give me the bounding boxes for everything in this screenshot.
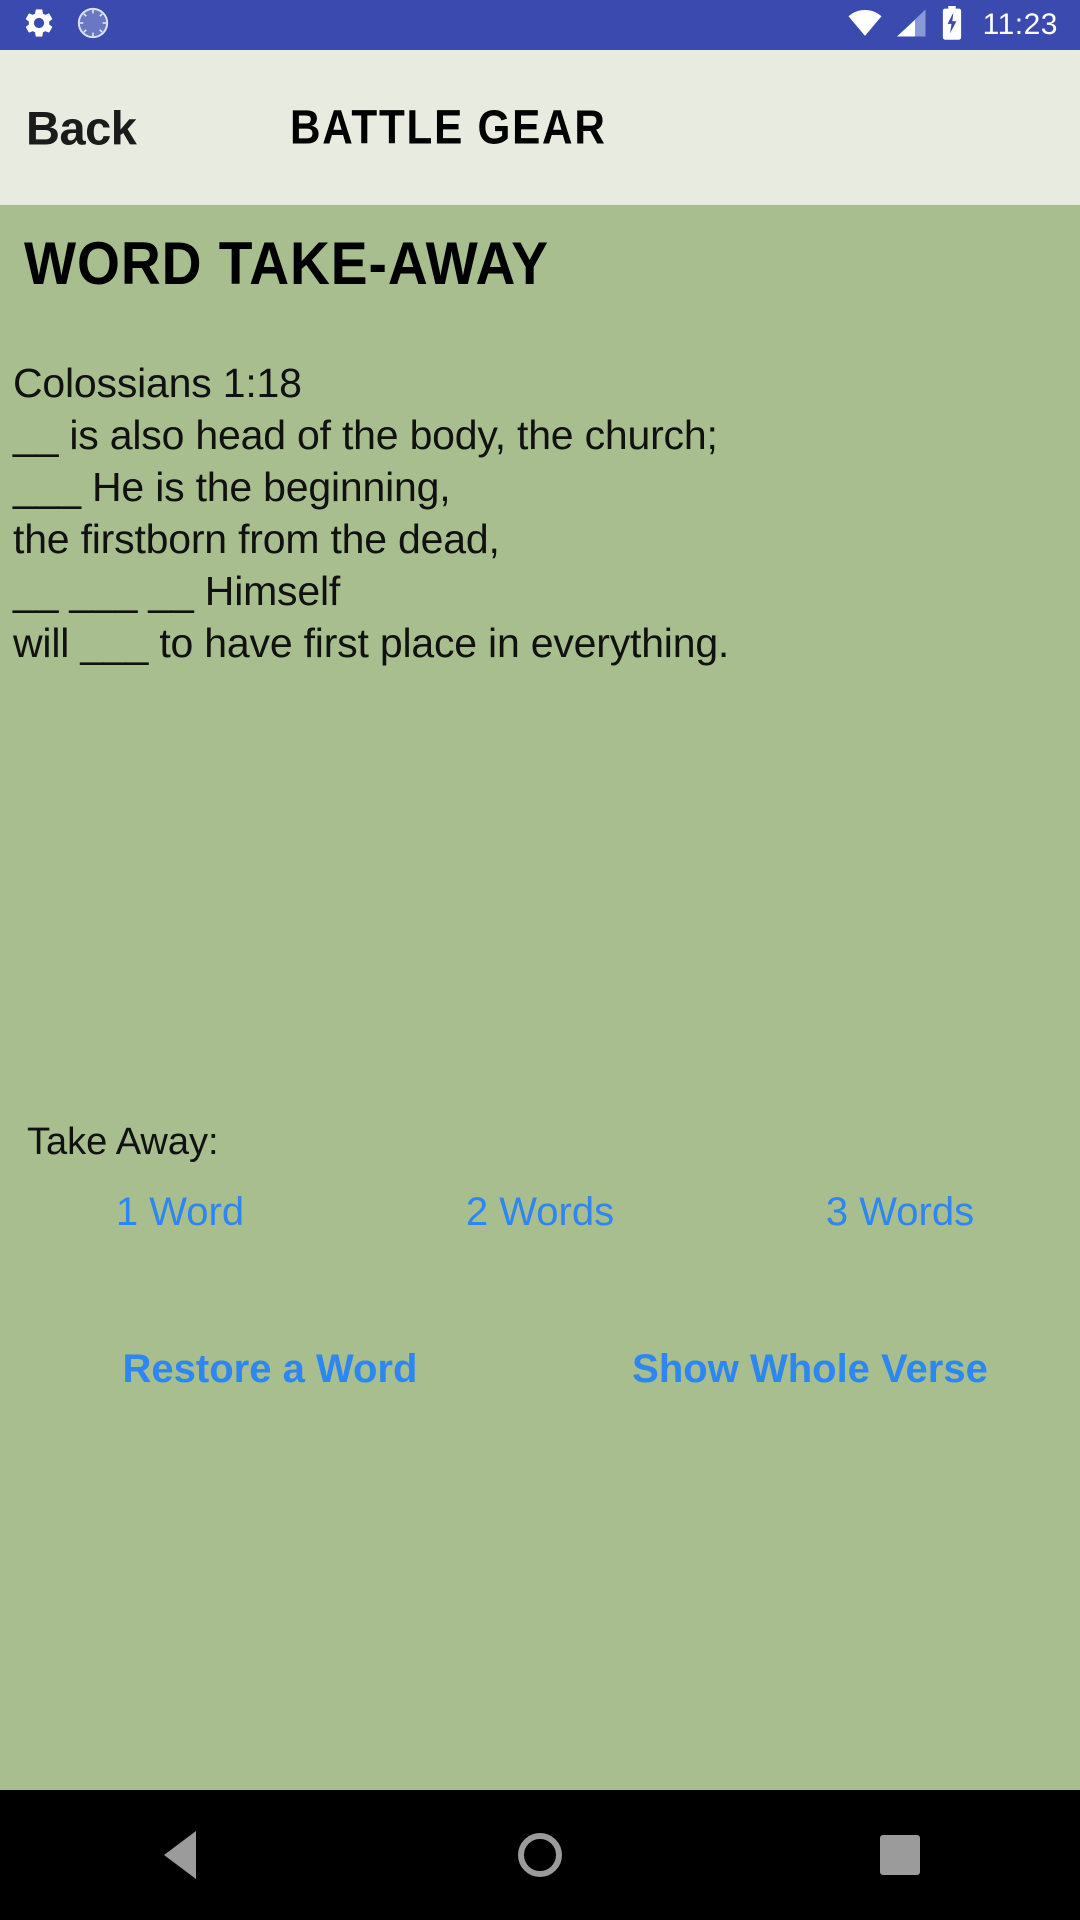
verse-block: Colossians 1:18 __ is also head of the b… [13, 357, 1060, 669]
verse-line: __ ___ __ Himself [13, 568, 341, 614]
gear-icon [22, 6, 56, 45]
take-away-1-word-button[interactable]: 1 Word [0, 1190, 360, 1235]
main-content: WORD TAKE-AWAY Colossians 1:18 __ is als… [0, 205, 1080, 1790]
app-bar: Back BATTLE GEAR [0, 50, 1080, 205]
wifi-icon [847, 8, 883, 43]
restore-a-word-button[interactable]: Restore a Word [0, 1347, 540, 1392]
page-title: WORD TAKE-AWAY [24, 230, 550, 297]
status-bar-clock: 11:23 [982, 8, 1058, 41]
action-buttons-row: Restore a Word Show Whole Verse [0, 1347, 1080, 1392]
verse-line: will ___ to have first place in everythi… [13, 620, 730, 666]
show-whole-verse-button[interactable]: Show Whole Verse [540, 1347, 1080, 1392]
verse-line: ___ He is the beginning, [13, 464, 451, 510]
status-bar: 11:23 [0, 0, 1080, 50]
back-triangle-icon [164, 1831, 196, 1879]
status-bar-right-icons: 11:23 [847, 5, 1058, 45]
phone-screen: 11:23 Back BATTLE GEAR WORD TAKE-AWAY Co… [0, 0, 1080, 1920]
verse-line: the firstborn from the dead, [13, 516, 500, 562]
home-circle-icon [518, 1833, 562, 1877]
cell-signal-icon [895, 8, 929, 43]
back-button[interactable]: Back [26, 100, 137, 155]
verse-line: Colossians 1:18 [13, 360, 302, 406]
nav-back-button[interactable] [120, 1790, 240, 1920]
take-away-label: Take Away: [27, 1121, 219, 1163]
take-away-options-row: 1 Word 2 Words 3 Words [0, 1190, 1080, 1235]
clock-dial-icon [76, 6, 110, 45]
verse-line: __ is also head of the body, the church; [13, 412, 718, 458]
status-bar-left-icons [22, 6, 110, 45]
nav-home-button[interactable] [480, 1790, 600, 1920]
take-away-2-words-button[interactable]: 2 Words [360, 1190, 720, 1235]
system-navigation-bar [0, 1790, 1080, 1920]
recents-square-icon [880, 1835, 920, 1875]
app-title: BATTLE GEAR [290, 101, 607, 154]
battery-charging-icon [941, 5, 963, 45]
take-away-3-words-button[interactable]: 3 Words [720, 1190, 1080, 1235]
nav-recents-button[interactable] [840, 1790, 960, 1920]
